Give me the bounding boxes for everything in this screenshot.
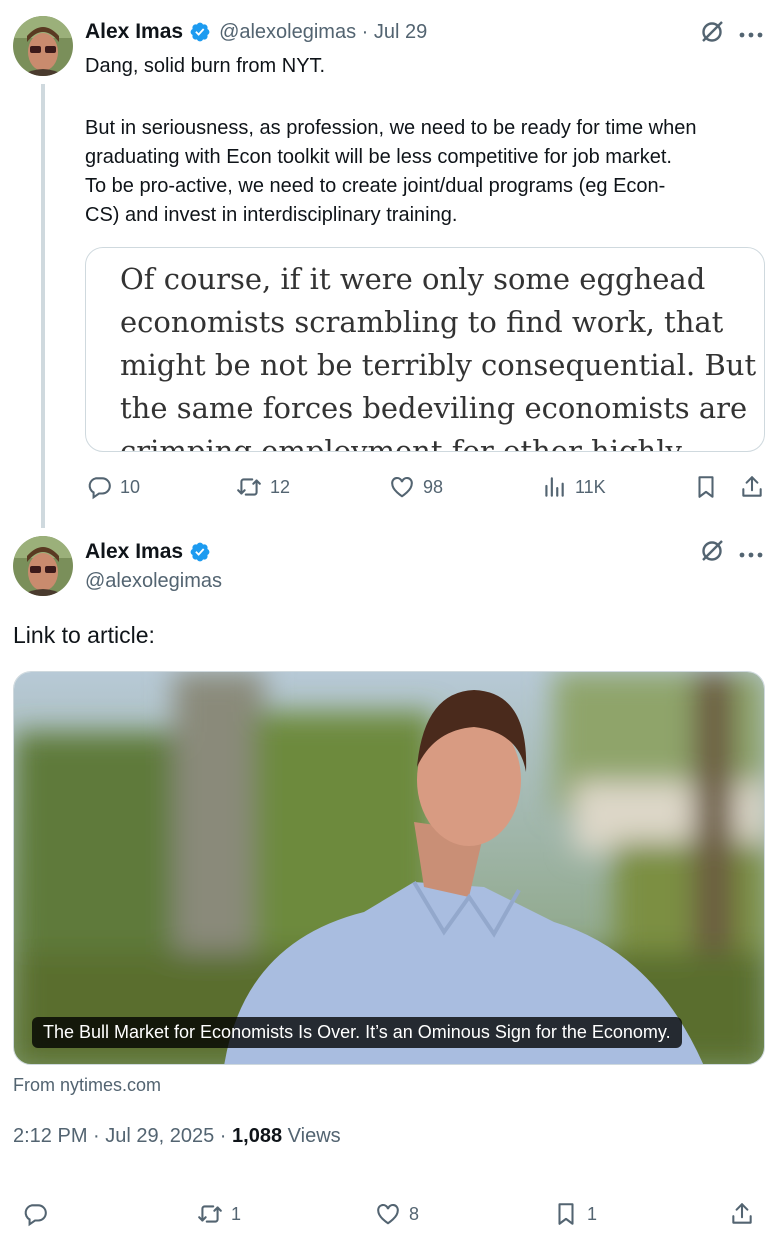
quote-image-card[interactable]: Of course, if it were only some egghead … — [85, 247, 765, 452]
tweet2-header: Alex Imas — [85, 538, 211, 566]
bookmark-icon — [558, 1203, 574, 1225]
quote-line: the same forces bedeviling economists ar… — [120, 391, 748, 425]
tweet1-text: Dang, solid burn from NYT. But in seriou… — [85, 52, 765, 230]
like-count: 8 — [409, 1203, 420, 1224]
grok-icon[interactable] — [699, 538, 725, 569]
tweet-date[interactable]: Jul 29 — [374, 21, 427, 44]
article-headline-caption: The Bull Market for Economists Is Over. … — [32, 1017, 682, 1048]
tweet-time[interactable]: 2:12 PM — [13, 1125, 87, 1147]
tweet-meta: 2:12 PM · Jul 29, 2025 · 1,088 Views — [13, 1125, 341, 1148]
author-handle[interactable]: @alexolegimas — [85, 570, 222, 593]
avatar[interactable] — [13, 16, 73, 76]
thread-line — [41, 84, 45, 528]
verified-badge-icon — [190, 542, 210, 562]
avatar[interactable] — [13, 536, 73, 596]
meta-separator: · — [87, 1125, 106, 1147]
grok-icon[interactable] — [699, 19, 725, 50]
reply-count: 10 — [120, 476, 141, 497]
reply-button[interactable]: 10 — [86, 474, 140, 500]
tweet-line: Dang, solid burn from NYT. — [85, 55, 326, 77]
bookmark-icon — [698, 476, 714, 498]
share-icon — [742, 476, 762, 497]
like-count: 98 — [423, 476, 444, 497]
share-button[interactable] — [739, 474, 765, 500]
repost-icon — [237, 478, 261, 496]
bookmark-button[interactable]: 1 — [553, 1201, 597, 1227]
verified-badge-icon — [190, 22, 210, 42]
quote-line: might be not be terribly consequential. … — [120, 348, 757, 382]
like-button[interactable]: 8 — [375, 1201, 419, 1227]
reply-button[interactable] — [22, 1201, 48, 1227]
reply-icon — [24, 1204, 47, 1227]
quote-line: crimping employment for other highly — [120, 434, 682, 452]
quote-line: Of course, if it were only some egghead — [120, 262, 706, 296]
repost-icon — [198, 1205, 222, 1223]
date-separator: · — [356, 20, 374, 43]
repost-button[interactable]: 12 — [236, 474, 290, 500]
article-card-image[interactable]: The Bull Market for Economists Is Over. … — [13, 671, 765, 1065]
tweet-line: To be pro-active, we need to create join… — [85, 175, 666, 197]
author-name[interactable]: Alex Imas — [85, 20, 183, 44]
tweet2-text: Link to article: — [13, 622, 155, 648]
tweet1-header: Alex Imas @alexolegimas · Jul 29 — [85, 18, 427, 46]
quote-line: economists scrambling to find work, that — [120, 305, 724, 339]
tweet-line: CS) and invest in interdisciplinary trai… — [85, 204, 458, 226]
quote-text: Of course, if it were only some egghead … — [86, 248, 757, 452]
repost-count: 1 — [231, 1203, 242, 1224]
share-icon — [732, 1203, 752, 1224]
views-total: 1,088 — [232, 1125, 283, 1147]
reply-icon — [88, 477, 111, 500]
tweet-line: graduating with Econ toolkit will be les… — [85, 146, 672, 168]
author-name[interactable]: Alex Imas — [85, 540, 183, 564]
share-button[interactable] — [729, 1201, 755, 1227]
views-button[interactable]: 11K — [541, 474, 606, 500]
like-icon — [391, 476, 413, 498]
more-icon[interactable] — [739, 26, 763, 44]
author-handle[interactable]: @alexolegimas — [219, 21, 356, 44]
tweet-line: But in seriousness, as profession, we ne… — [85, 117, 697, 139]
article-photo — [14, 672, 764, 1064]
repost-count: 12 — [270, 476, 291, 497]
like-icon — [377, 1203, 399, 1225]
tweet-full-date[interactable]: Jul 29, 2025 — [105, 1125, 214, 1147]
more-icon[interactable] — [739, 546, 763, 564]
bookmark-count: 1 — [587, 1203, 598, 1224]
bookmark-button[interactable] — [693, 474, 719, 500]
card-source[interactable]: From nytimes.com — [13, 1075, 161, 1096]
views-label: Views — [282, 1125, 341, 1147]
views-count: 11K — [575, 476, 606, 497]
views-icon — [545, 477, 564, 497]
meta-separator: · — [214, 1125, 233, 1147]
like-button[interactable]: 98 — [389, 474, 443, 500]
repost-button[interactable]: 1 — [197, 1201, 241, 1227]
